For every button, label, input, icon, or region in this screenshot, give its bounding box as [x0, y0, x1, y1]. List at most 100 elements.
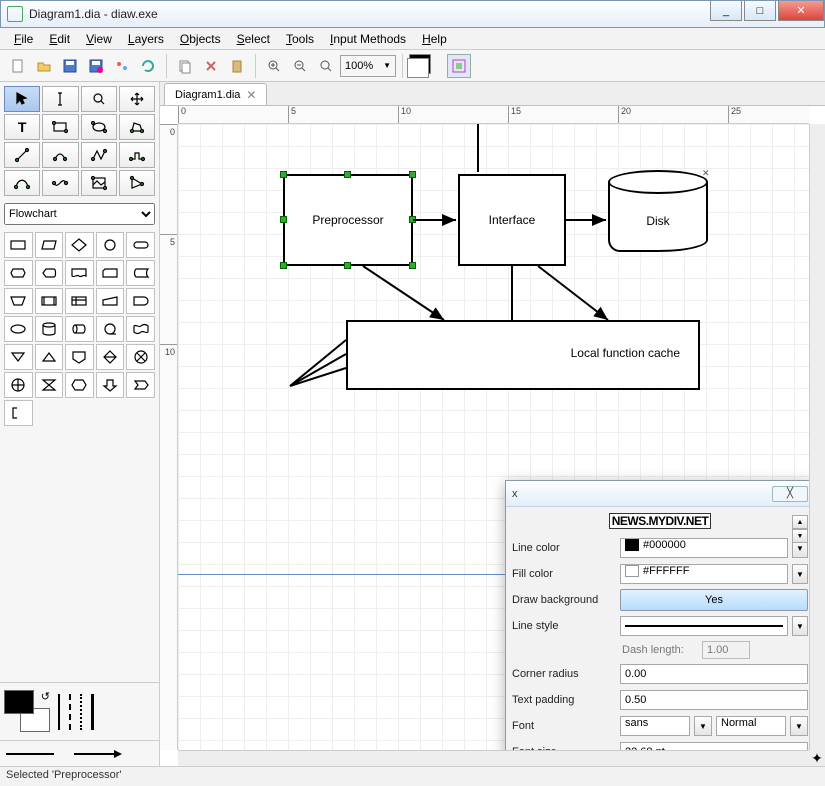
maximize-button[interactable]: □: [744, 1, 776, 21]
shape-process[interactable]: [4, 232, 33, 258]
dialog-titlebar[interactable]: x ╳: [506, 481, 809, 507]
font-family-select[interactable]: sans: [620, 716, 690, 736]
move-tool[interactable]: [119, 86, 155, 112]
shape-stored-data[interactable]: [126, 260, 155, 286]
shape-collate[interactable]: [35, 372, 64, 398]
shape-or[interactable]: [4, 372, 33, 398]
shape-preparation[interactable]: [4, 260, 33, 286]
font-weight-select[interactable]: Normal: [716, 716, 786, 736]
shape-manual-input[interactable]: [96, 288, 125, 314]
text-cursor-tool[interactable]: [42, 86, 78, 112]
shape-document[interactable]: [65, 260, 94, 286]
zoom-in-icon[interactable]: [262, 54, 286, 78]
text-tool[interactable]: T: [4, 114, 40, 140]
shape-delay[interactable]: [126, 288, 155, 314]
shape-sort[interactable]: [96, 344, 125, 370]
fill-color-field[interactable]: #FFFFFF: [620, 564, 788, 584]
font-weight-dropdown[interactable]: ▼: [790, 716, 808, 736]
copy-icon[interactable]: [173, 54, 197, 78]
shape-database[interactable]: [35, 316, 64, 342]
ellipse-tool[interactable]: [81, 114, 117, 140]
menu-edit[interactable]: Edit: [43, 30, 76, 48]
menu-tools[interactable]: Tools: [280, 30, 320, 48]
node-cache[interactable]: Local function cache: [346, 320, 700, 390]
close-button[interactable]: ✕: [778, 1, 824, 21]
menu-objects[interactable]: Objects: [174, 30, 227, 48]
open-file-icon[interactable]: [32, 54, 56, 78]
canvas[interactable]: Preprocessor Interface Disk ✕ Local func: [178, 124, 809, 750]
shape-seq-data[interactable]: [96, 316, 125, 342]
shape-predefined[interactable]: [35, 288, 64, 314]
zoom-out-icon[interactable]: [288, 54, 312, 78]
line-color-field[interactable]: #000000: [620, 538, 788, 558]
close-anchor-icon[interactable]: ✕: [702, 168, 710, 179]
save-as-icon[interactable]: [84, 54, 108, 78]
pointer-tool[interactable]: [4, 86, 40, 112]
draw-bg-toggle[interactable]: Yes: [620, 589, 808, 611]
fill-color-dropdown[interactable]: ▼: [792, 564, 808, 584]
polyline-tool[interactable]: [119, 142, 155, 168]
shape-category-select[interactable]: Flowchart: [4, 203, 155, 225]
shape-extract[interactable]: [35, 344, 64, 370]
menu-layers[interactable]: Layers: [122, 30, 170, 48]
save-icon[interactable]: [58, 54, 82, 78]
color-swatch-pair[interactable]: [409, 54, 439, 78]
shape-merge[interactable]: [4, 344, 33, 370]
line-pattern-picker[interactable]: [58, 694, 99, 730]
shape-ellipse2[interactable]: [4, 316, 33, 342]
outline-tool[interactable]: [119, 170, 155, 196]
zoom-level-input[interactable]: 100%▼: [340, 55, 396, 77]
node-disk[interactable]: Disk: [608, 170, 708, 260]
shape-terminal[interactable]: [126, 232, 155, 258]
menu-select[interactable]: Select: [231, 30, 276, 48]
font-family-dropdown[interactable]: ▼: [694, 716, 712, 736]
tab-close-icon[interactable]: ✕: [246, 88, 256, 102]
tab-diagram1[interactable]: Diagram1.dia ✕: [164, 83, 267, 105]
foreground-background-swatches[interactable]: ↺: [4, 690, 50, 734]
shape-internal[interactable]: [65, 288, 94, 314]
menu-view[interactable]: View: [80, 30, 118, 48]
rect-tool[interactable]: [42, 114, 78, 140]
shape-display[interactable]: [35, 260, 64, 286]
menu-file[interactable]: File: [8, 30, 39, 48]
shape-loop[interactable]: [65, 372, 94, 398]
line-style-dropdown[interactable]: ▼: [792, 616, 808, 636]
corner-radius-input[interactable]: [620, 664, 808, 684]
shape-tape[interactable]: [126, 316, 155, 342]
zoom-tool[interactable]: [81, 86, 117, 112]
bezier-tool[interactable]: [4, 170, 40, 196]
horizontal-scrollbar[interactable]: [178, 750, 809, 766]
image-tool[interactable]: [81, 170, 117, 196]
dialog-close-button[interactable]: ╳: [772, 486, 808, 502]
curve-tool[interactable]: [42, 170, 78, 196]
cut-icon[interactable]: [199, 54, 223, 78]
line-style-field[interactable]: [620, 616, 788, 636]
shape-connector[interactable]: [96, 232, 125, 258]
text-padding-input[interactable]: [620, 690, 808, 710]
shape-direct-data[interactable]: [65, 316, 94, 342]
preferences-icon[interactable]: [110, 54, 134, 78]
shape-offpage[interactable]: [65, 344, 94, 370]
shape-manual-op[interactable]: [4, 288, 33, 314]
node-preprocessor[interactable]: Preprocessor: [283, 174, 413, 266]
navigator-button[interactable]: ✦: [809, 750, 825, 766]
refresh-icon[interactable]: [136, 54, 160, 78]
shape-decision[interactable]: [65, 232, 94, 258]
menu-help[interactable]: Help: [416, 30, 453, 48]
zigzag-tool[interactable]: [81, 142, 117, 168]
paste-icon[interactable]: [225, 54, 249, 78]
shape-arrow-down[interactable]: [96, 372, 125, 398]
zoom-fit-icon[interactable]: [314, 54, 338, 78]
snap-grid-toggle-icon[interactable]: [447, 54, 471, 78]
font-size-input[interactable]: [620, 742, 808, 750]
arrowhead-picker[interactable]: [0, 740, 159, 766]
shape-card[interactable]: [96, 260, 125, 286]
shape-summing[interactable]: [126, 344, 155, 370]
scroll-spinner[interactable]: ▲▼: [792, 511, 808, 547]
arc-tool[interactable]: [42, 142, 78, 168]
node-interface[interactable]: Interface: [458, 174, 566, 266]
vertical-scrollbar[interactable]: [809, 124, 825, 750]
line-tool[interactable]: [4, 142, 40, 168]
menu-input-methods[interactable]: Input Methods: [324, 30, 412, 48]
new-file-icon[interactable]: [6, 54, 30, 78]
